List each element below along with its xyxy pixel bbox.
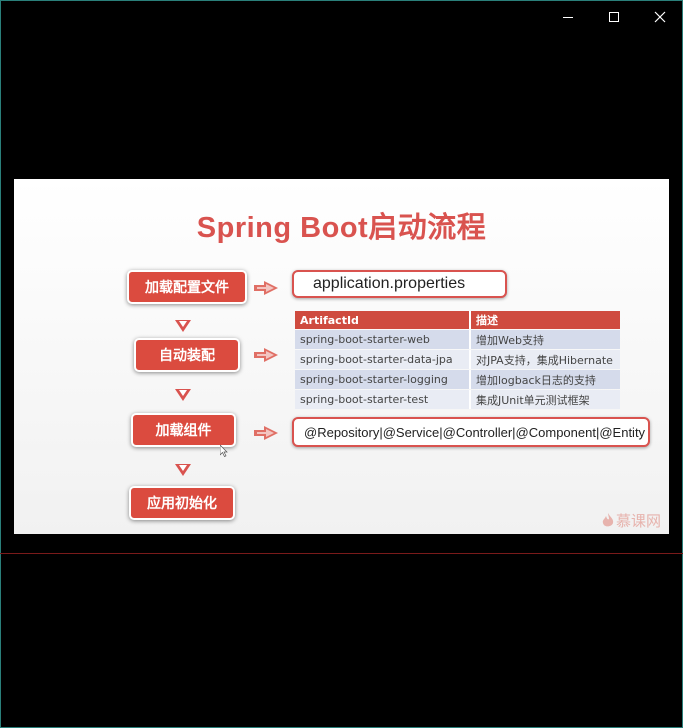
close-button[interactable] bbox=[637, 2, 683, 32]
table-row: spring-boot-starter-logging 增加logback日志的… bbox=[295, 370, 620, 389]
right-arrow-icon bbox=[254, 281, 278, 295]
progress-line bbox=[0, 553, 683, 554]
step-load-components: 加载组件 bbox=[131, 413, 236, 447]
table-row: spring-boot-starter-data-jpa 对JPA支持，集成Hi… bbox=[295, 350, 620, 369]
table-cell: spring-boot-starter-logging bbox=[295, 370, 469, 389]
table-cell: spring-boot-starter-data-jpa bbox=[295, 350, 469, 369]
maximize-icon bbox=[609, 12, 619, 22]
mouse-cursor-icon bbox=[220, 445, 228, 457]
config-file-box: application.properties bbox=[292, 270, 507, 298]
table-cell: 集成JUnit单元测试框架 bbox=[469, 390, 620, 409]
flame-icon bbox=[602, 513, 614, 527]
down-arrow-icon bbox=[175, 389, 191, 401]
table-row: spring-boot-starter-test 集成JUnit单元测试框架 bbox=[295, 390, 620, 409]
column-header: ArtifactId bbox=[295, 311, 469, 329]
table-cell: 增加Web支持 bbox=[469, 330, 620, 349]
close-icon bbox=[654, 11, 666, 23]
table-cell: spring-boot-starter-test bbox=[295, 390, 469, 409]
starter-table: ArtifactId 描述 spring-boot-starter-web 增加… bbox=[295, 310, 620, 410]
slide-title: Spring Boot启动流程 bbox=[196, 212, 487, 244]
table-cell: spring-boot-starter-web bbox=[295, 330, 469, 349]
annotations-box: @Repository|@Service|@Controller|@Compon… bbox=[292, 417, 650, 447]
table-header-row: ArtifactId 描述 bbox=[295, 311, 620, 329]
table-row: spring-boot-starter-web 增加Web支持 bbox=[295, 330, 620, 349]
step-load-config: 加载配置文件 bbox=[127, 270, 247, 304]
table-cell: 对JPA支持，集成Hibernate bbox=[469, 350, 620, 369]
maximize-button[interactable] bbox=[591, 2, 637, 32]
right-arrow-icon bbox=[254, 348, 278, 362]
step-auto-config: 自动装配 bbox=[134, 338, 240, 372]
table-cell: 增加logback日志的支持 bbox=[469, 370, 620, 389]
down-arrow-icon bbox=[175, 320, 191, 332]
right-arrow-icon bbox=[254, 426, 278, 440]
step-app-init: 应用初始化 bbox=[129, 486, 235, 520]
watermark-text: 慕课网 bbox=[615, 512, 661, 530]
video-slide[interactable]: Spring Boot启动流程 加载配置文件 自动装配 加载组件 应用初始化 a… bbox=[14, 179, 669, 534]
watermark-logo: 慕课网 bbox=[602, 510, 661, 531]
column-header: 描述 bbox=[469, 311, 620, 329]
minimize-button[interactable] bbox=[545, 2, 591, 32]
down-arrow-icon bbox=[175, 464, 191, 476]
minimize-icon bbox=[563, 17, 573, 18]
